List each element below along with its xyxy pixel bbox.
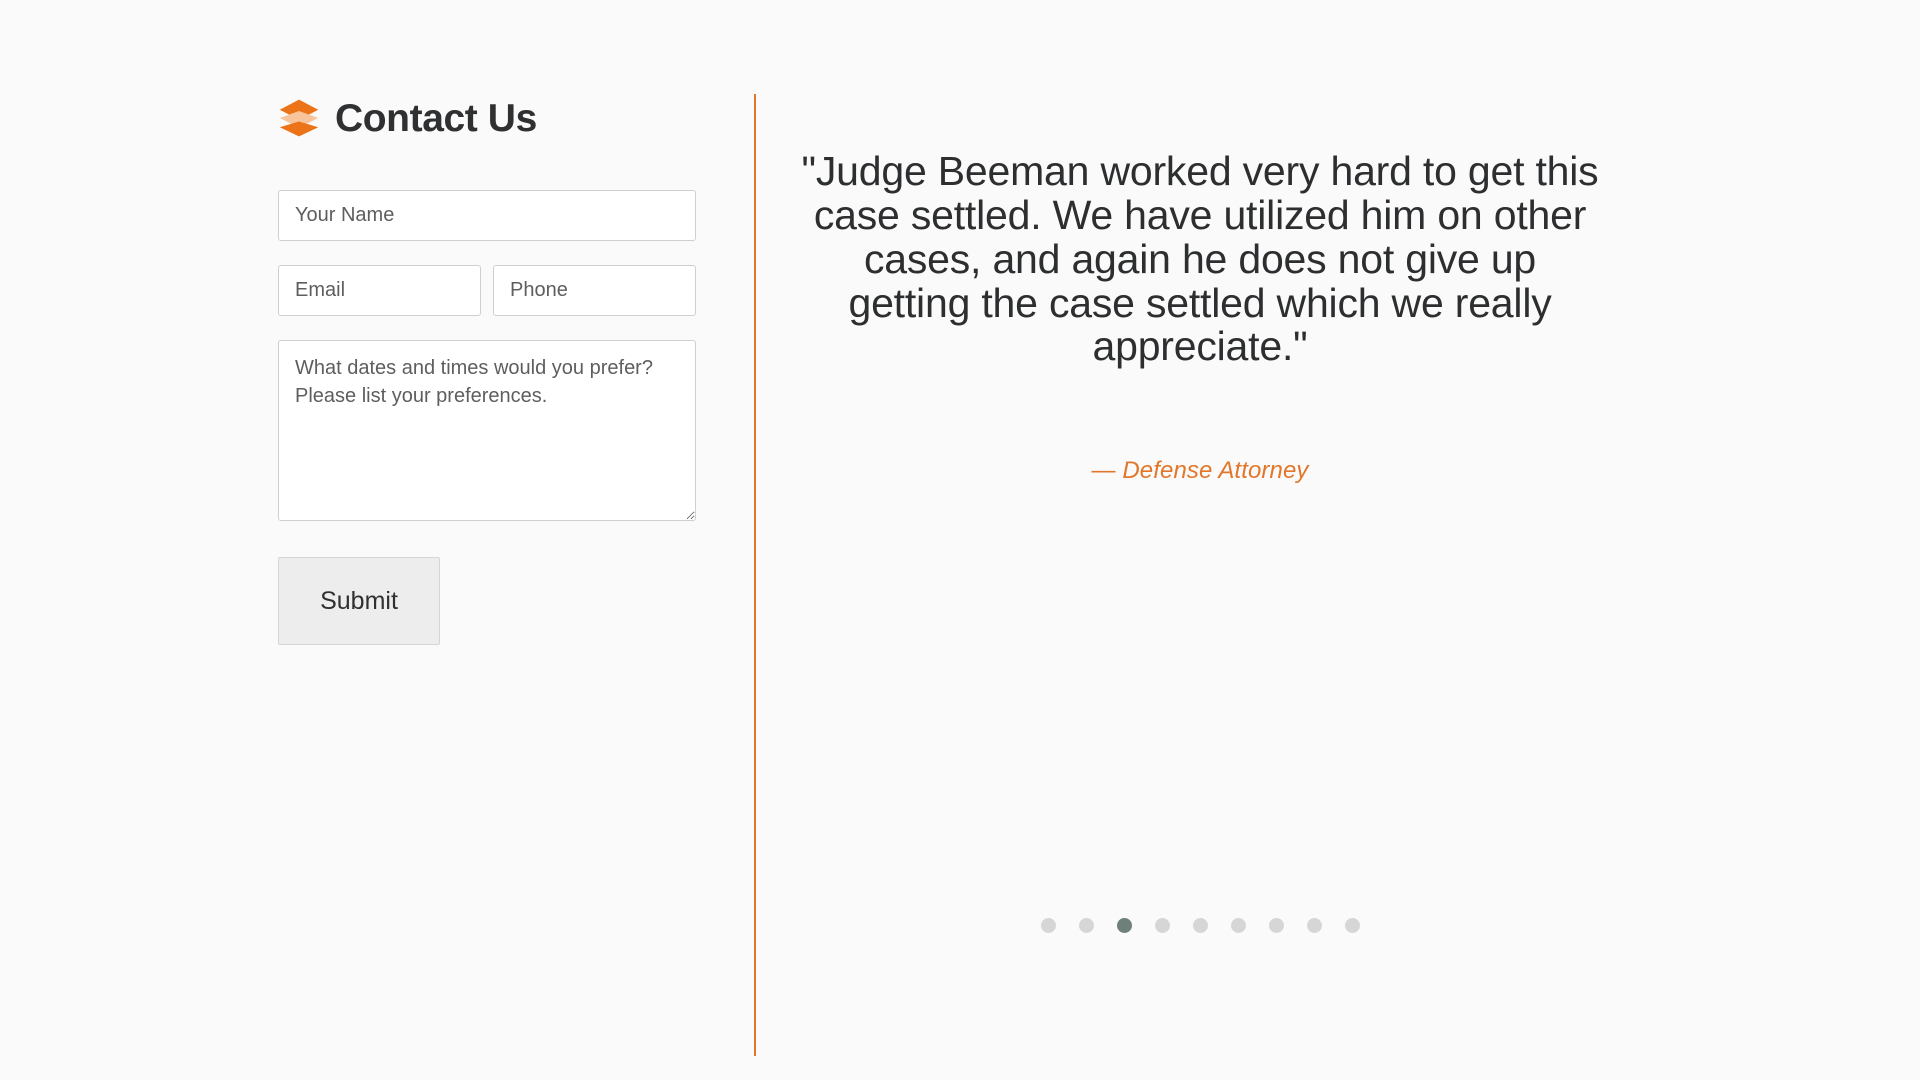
testimonial-quote: "Judge Beeman worked very hard to get th… — [801, 148, 1599, 370]
carousel-dot-7[interactable] — [1268, 918, 1284, 933]
message-textarea[interactable] — [278, 340, 696, 521]
carousel-dot-9[interactable] — [1344, 918, 1360, 933]
page-title: Contact Us — [335, 96, 537, 140]
submit-button[interactable]: Submit — [278, 557, 440, 645]
page-root: Contact Us Submit "Judge Beeman worked v… — [0, 0, 1920, 1080]
email-phone-field-row — [278, 265, 708, 316]
testimonial-attribution: — Defense Attorney — [1091, 457, 1309, 485]
carousel-dots — [1030, 918, 1370, 933]
name-field-row — [278, 190, 708, 241]
carousel-dot-2[interactable] — [1078, 918, 1094, 933]
phone-input[interactable] — [493, 265, 696, 316]
layers-icon — [279, 99, 319, 137]
carousel-dot-8[interactable] — [1306, 918, 1322, 933]
carousel-dot-5[interactable] — [1192, 918, 1208, 933]
your-name-input[interactable] — [278, 190, 696, 241]
contact-form-pane: Contact Us Submit — [278, 90, 708, 645]
email-input[interactable] — [278, 265, 481, 316]
carousel-dot-1[interactable] — [1040, 918, 1056, 933]
carousel-dot-4[interactable] — [1154, 918, 1170, 933]
carousel-dot-3[interactable] — [1116, 918, 1132, 933]
vertical-divider — [754, 94, 756, 1056]
contact-heading: Contact Us — [278, 90, 708, 146]
testimonial-pane: "Judge Beeman worked very hard to get th… — [800, 148, 1600, 485]
carousel-dot-6[interactable] — [1230, 918, 1246, 933]
